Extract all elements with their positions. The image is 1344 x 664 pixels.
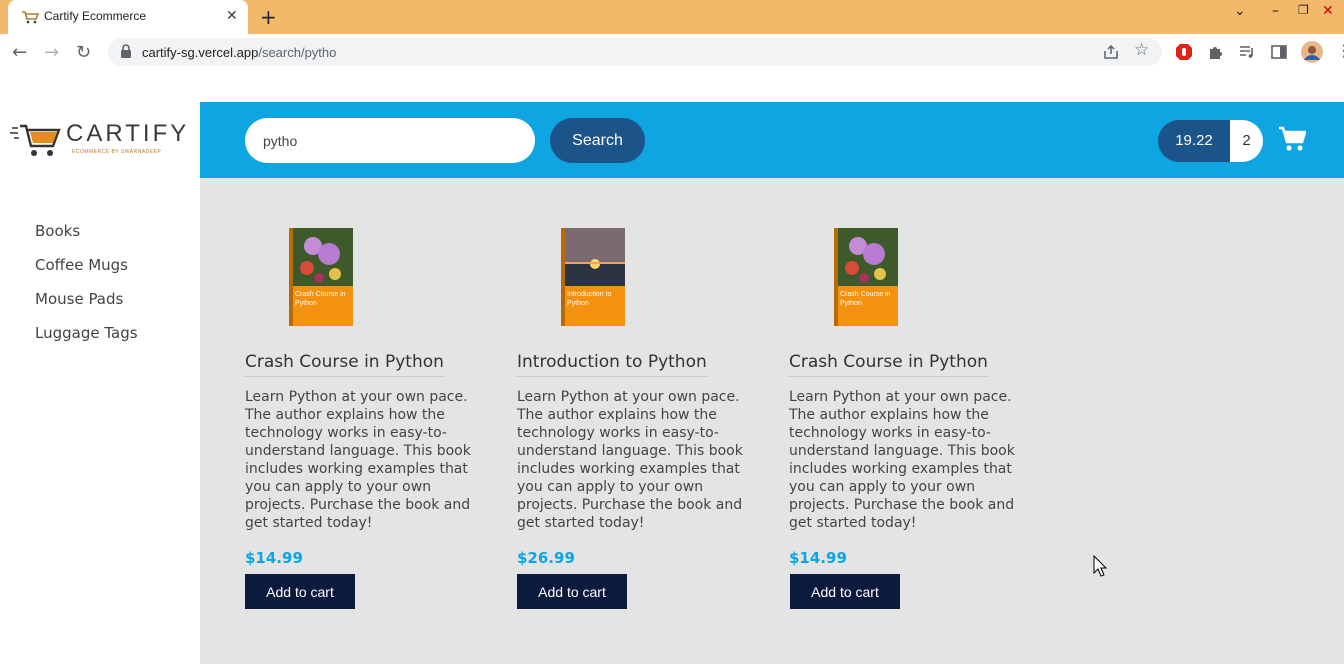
- browser-tab[interactable]: Cartify Ecommerce ✕: [8, 0, 248, 34]
- sidebar-item-mouse-pads[interactable]: Mouse Pads: [35, 290, 123, 308]
- back-icon[interactable]: ←: [12, 42, 27, 63]
- adblock-extension-icon[interactable]: [1175, 43, 1193, 61]
- product-description: Learn Python at your own pace. The autho…: [517, 389, 743, 531]
- page-body: CARTIFY ECOMMERCE BY SWARNADEEP Search 1…: [0, 102, 1344, 664]
- tab-title: Cartify Ecommerce: [44, 9, 147, 23]
- category-sidebar: Books Coffee Mugs Mouse Pads Luggage Tag…: [0, 178, 200, 664]
- cart-logo-icon: [10, 124, 61, 156]
- minimize-icon[interactable]: –: [1272, 3, 1279, 19]
- reload-icon[interactable]: ↻: [76, 42, 91, 63]
- add-to-cart-button[interactable]: Add to cart: [790, 574, 900, 609]
- share-icon[interactable]: [1102, 43, 1120, 61]
- add-to-cart-button[interactable]: Add to cart: [245, 574, 355, 609]
- product-price: $26.99: [517, 549, 575, 567]
- forward-icon[interactable]: →: [44, 42, 59, 63]
- site-header: Search 19.22 2: [200, 102, 1344, 178]
- extensions-puzzle-icon[interactable]: [1207, 43, 1225, 61]
- product-title[interactable]: Introduction to Python: [517, 352, 707, 377]
- shopping-cart-icon[interactable]: [1278, 126, 1306, 152]
- sidebar-item-luggage-tags[interactable]: Luggage Tags: [35, 324, 138, 342]
- book-cover-image[interactable]: Crash Course in Python: [289, 228, 353, 326]
- book-cover-image[interactable]: Crash Course in Python: [834, 228, 898, 326]
- product-price: $14.99: [245, 549, 303, 567]
- browser-tab-bar: Cartify Ecommerce ✕ + ⌄ – ❐ ✕: [0, 0, 1344, 34]
- sidebar-item-books[interactable]: Books: [35, 222, 80, 240]
- close-window-icon[interactable]: ✕: [1322, 3, 1334, 19]
- product-description: Learn Python at your own pace. The autho…: [245, 389, 471, 531]
- logo-text: CARTIFY: [66, 120, 190, 147]
- new-tab-icon[interactable]: +: [260, 5, 277, 29]
- browser-toolbar: ← → ↻ cartify-sg.vercel.app/search/pytho…: [0, 34, 1344, 70]
- media-queue-icon[interactable]: [1238, 43, 1256, 61]
- menu-icon[interactable]: ⋮: [1336, 41, 1344, 60]
- search-button[interactable]: Search: [550, 118, 645, 163]
- side-panel-icon[interactable]: [1270, 43, 1288, 61]
- search-input[interactable]: [245, 118, 535, 163]
- cart-total[interactable]: 19.22: [1158, 120, 1230, 162]
- product-description: Learn Python at your own pace. The autho…: [789, 389, 1015, 531]
- close-tab-icon[interactable]: ✕: [226, 8, 238, 24]
- logo[interactable]: CARTIFY ECOMMERCE BY SWARNADEEP: [0, 102, 200, 178]
- bookmark-star-icon[interactable]: ☆: [1134, 40, 1149, 60]
- add-to-cart-button[interactable]: Add to cart: [517, 574, 627, 609]
- product-title[interactable]: Crash Course in Python: [245, 352, 444, 377]
- address-bar[interactable]: cartify-sg.vercel.app/search/pytho ☆: [108, 38, 1162, 66]
- cart-count[interactable]: 2: [1230, 120, 1263, 162]
- book-cover-image[interactable]: Introduction to Python: [561, 228, 625, 326]
- lock-icon: [121, 44, 131, 58]
- logo-tagline: ECOMMERCE BY SWARNADEEP: [72, 149, 162, 155]
- cart-favicon-icon: [22, 11, 39, 24]
- product-title[interactable]: Crash Course in Python: [789, 352, 988, 377]
- tab-search-icon[interactable]: ⌄: [1234, 3, 1246, 19]
- restore-icon[interactable]: ❐: [1298, 3, 1309, 17]
- product-price: $14.99: [789, 549, 847, 567]
- mouse-pointer-icon: [1093, 555, 1107, 577]
- profile-avatar-icon[interactable]: [1301, 41, 1323, 63]
- sidebar-item-coffee-mugs[interactable]: Coffee Mugs: [35, 256, 128, 274]
- url-text: cartify-sg.vercel.app/search/pytho: [142, 45, 337, 60]
